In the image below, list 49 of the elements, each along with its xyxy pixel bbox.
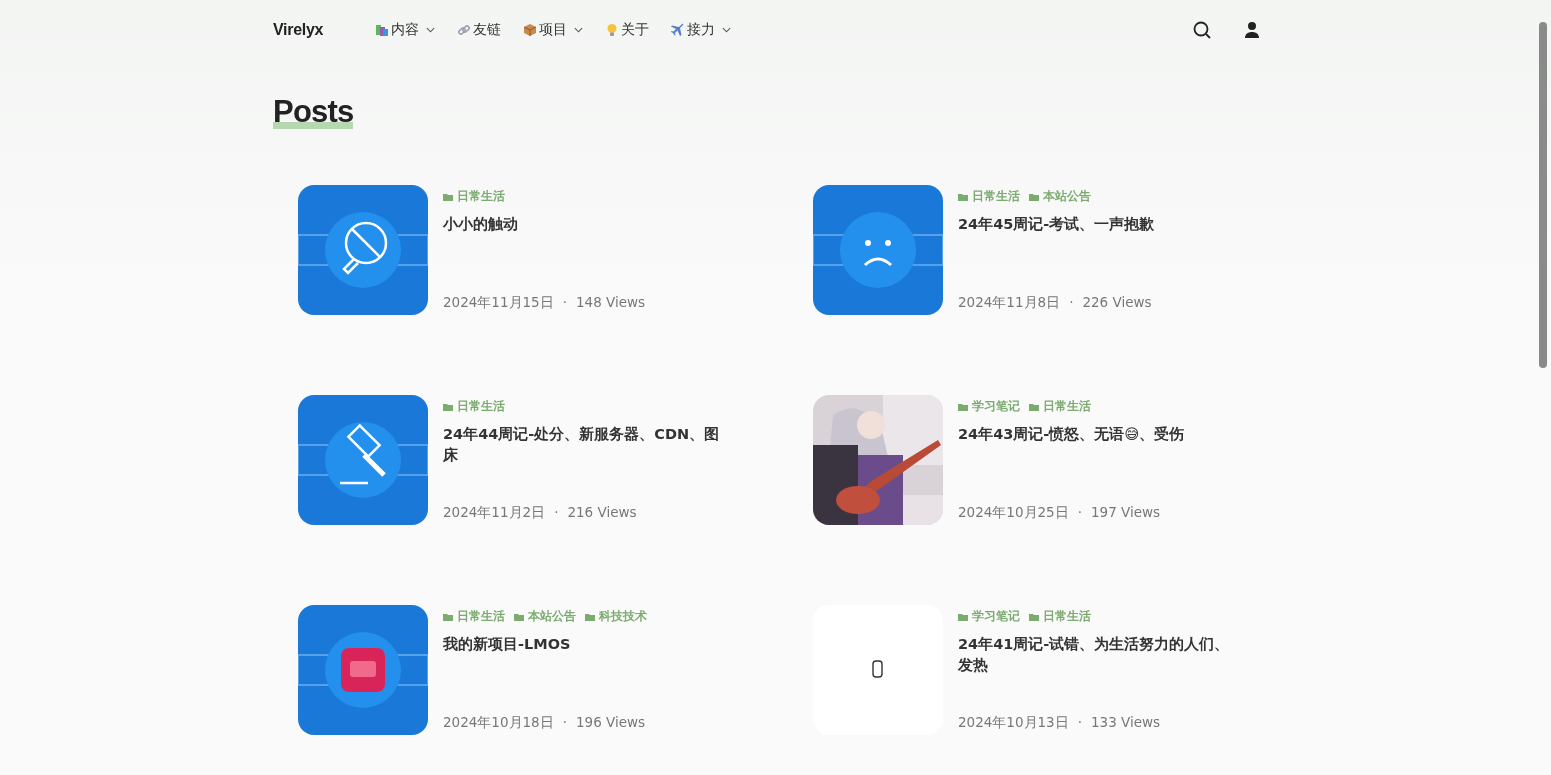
nav-item[interactable]: 关于 bbox=[605, 21, 650, 39]
search-button[interactable] bbox=[1191, 19, 1213, 41]
post-title[interactable]: 24年45周记-考试、一声抱歉 bbox=[958, 214, 1243, 236]
folder-icon bbox=[958, 192, 968, 201]
post-title[interactable]: 我的新项目-LMOS bbox=[443, 634, 728, 656]
folder-icon bbox=[958, 402, 968, 411]
folder-icon bbox=[1029, 402, 1039, 411]
view-count: 148 Views bbox=[576, 294, 646, 313]
nav-item[interactable]: 项目 bbox=[523, 21, 584, 39]
separator-dot: · bbox=[1077, 504, 1082, 523]
post-date: 2024年10月18日 bbox=[443, 714, 554, 733]
post-date: 2024年11月2日 bbox=[443, 504, 546, 523]
view-count: 196 Views bbox=[576, 714, 646, 733]
separator-dot: · bbox=[554, 504, 559, 523]
folder-icon bbox=[443, 612, 453, 621]
separator-dot: · bbox=[1069, 294, 1074, 313]
folder-icon bbox=[1029, 192, 1039, 201]
nav-item[interactable]: 接力 bbox=[671, 21, 732, 39]
view-count: 226 Views bbox=[1082, 294, 1152, 313]
separator-dot: · bbox=[562, 294, 567, 313]
view-count: 216 Views bbox=[567, 504, 637, 523]
folder-icon bbox=[1029, 612, 1039, 621]
folder-icon bbox=[585, 612, 595, 621]
folder-icon bbox=[514, 612, 524, 621]
post-date: 2024年10月13日 bbox=[958, 714, 1069, 733]
view-count: 197 Views bbox=[1091, 504, 1161, 523]
books-icon bbox=[375, 23, 390, 37]
nav-item[interactable]: 内容 bbox=[375, 21, 436, 39]
box-icon bbox=[523, 23, 538, 37]
folder-icon bbox=[443, 192, 453, 201]
nav-item[interactable]: 友链 bbox=[457, 21, 502, 39]
airplane-icon bbox=[671, 23, 686, 37]
chevron-down-icon bbox=[426, 27, 436, 33]
site-logo[interactable]: Virelyx bbox=[273, 21, 324, 39]
post-date: 2024年11月8日 bbox=[958, 294, 1061, 313]
separator-dot: · bbox=[1077, 714, 1082, 733]
link-icon bbox=[457, 23, 472, 37]
post-date: 2024年11月15日 bbox=[443, 294, 554, 313]
post-date: 2024年10月25日 bbox=[958, 504, 1069, 523]
chevron-down-icon bbox=[722, 27, 732, 33]
separator-dot: · bbox=[562, 714, 567, 733]
folder-icon bbox=[443, 402, 453, 411]
view-count: 133 Views bbox=[1091, 714, 1161, 733]
folder-icon bbox=[958, 612, 968, 621]
post-title[interactable]: 小小的触动 bbox=[443, 214, 728, 236]
chevron-down-icon bbox=[574, 27, 584, 33]
post-title[interactable]: 24年41周记-试错、为生活努力的人们、发热 bbox=[958, 634, 1243, 677]
post-title[interactable]: 24年43周记-愤怒、无语😅、受伤 bbox=[958, 424, 1243, 446]
post-title[interactable]: 24年44周记-处分、新服务器、CDN、图床 bbox=[443, 424, 728, 467]
